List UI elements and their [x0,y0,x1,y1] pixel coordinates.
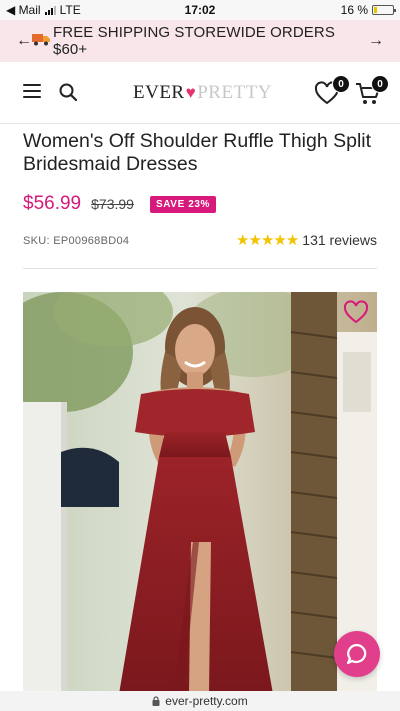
status-right: 16 % [340,3,396,17]
battery-icon [372,5,396,15]
logo-text-pretty: PRETTY [197,82,272,103]
product-title: Women's Off Shoulder Ruffle Thigh Split … [23,130,372,175]
site-logo[interactable]: EVER ♥ PRETTY [133,82,272,104]
current-price: $56.99 [23,193,82,214]
promo-message[interactable]: FREE SHIPPING STOREWIDE ORDERS $60+ [32,24,368,58]
sku-label: SKU: EP00968BD04 [23,235,130,247]
menu-icon[interactable] [23,84,41,98]
battery-label: 16 % [340,3,368,17]
price-row: $56.99 $73.99 SAVE 23% [23,193,217,215]
url-text: ever-pretty.com [165,694,248,708]
cart-count-badge: 0 [371,75,389,93]
divider [23,268,377,269]
star-rating-icon: ★★★★★ [236,232,299,249]
rating-summary[interactable]: ★★★★★ 131 reviews [236,231,377,249]
lock-icon [152,696,160,706]
image-wishlist-heart-icon[interactable] [343,300,369,324]
logo-text-ever: EVER [133,82,185,103]
promo-text: FREE SHIPPING STOREWIDE ORDERS $60+ [53,24,335,58]
logo-heart-icon: ♥ [185,83,197,102]
compare-price: $73.99 [91,196,134,212]
wishlist-count-badge: 0 [332,75,350,93]
status-bar: ◀ Mail LTE 17:02 16 % [0,0,400,20]
chat-bubble-icon [346,643,367,665]
reviews-link[interactable]: 131 reviews [302,232,377,248]
truck-icon [32,32,50,50]
arrow-right-icon[interactable]: → [368,32,384,50]
product-image[interactable] [23,292,377,694]
search-icon[interactable] [59,83,77,101]
save-badge: SAVE 23% [149,195,217,213]
promo-bar: ← FREE SHIPPING STOREWIDE ORDERS $60+ → [0,20,400,62]
arrow-left-icon[interactable]: ← [16,32,32,50]
chat-button[interactable] [334,631,380,677]
browser-url-bar[interactable]: ever-pretty.com [0,691,400,711]
site-header: EVER ♥ PRETTY 0 0 [0,62,400,124]
product-photo [23,292,377,694]
